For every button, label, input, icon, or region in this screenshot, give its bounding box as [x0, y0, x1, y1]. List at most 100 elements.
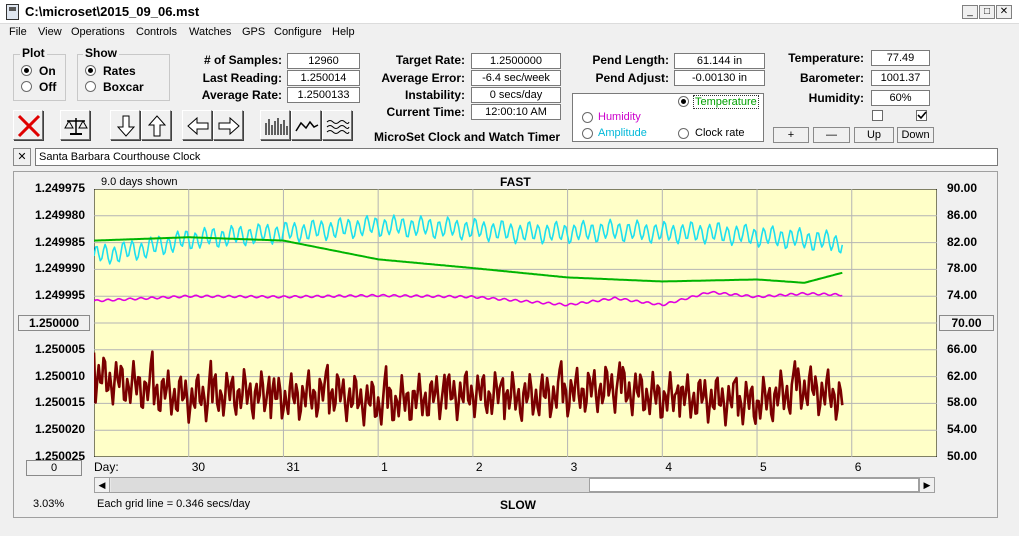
pend-length-label: Pend Length: [592, 53, 669, 67]
line-graph-button[interactable] [291, 110, 321, 140]
barometer-value: 1001.37 [871, 70, 930, 86]
menu-configure[interactable]: Configure [274, 26, 322, 38]
center-rate-button[interactable]: 1.250000 [18, 315, 90, 331]
scroll-left-arrow-icon[interactable]: ◀ [95, 478, 110, 492]
samples-value: 12960 [287, 53, 360, 69]
plot-on-radio[interactable] [21, 65, 32, 76]
arrow-left-icon [187, 116, 209, 136]
instability-label: Instability: [404, 88, 465, 102]
pend-adjust-value: -0.00130 in [674, 70, 765, 86]
menu-operations[interactable]: Operations [71, 26, 125, 38]
target-rate-label: Target Rate: [395, 53, 465, 67]
instability-value: 0 secs/day [471, 87, 561, 103]
left-tick-label: 1.250010 [34, 368, 85, 383]
app-caption: MicroSet Clock and Watch Timer [374, 130, 561, 144]
amplitude-radio[interactable] [582, 128, 593, 139]
left-tick-label: 1.250005 [34, 341, 85, 356]
menu-help[interactable]: Help [332, 26, 355, 38]
arrow-up-button[interactable] [141, 110, 171, 140]
scroll-thumb[interactable] [589, 478, 919, 492]
humidity-value: 60% [871, 90, 930, 106]
arrow-down-button[interactable] [110, 110, 140, 140]
scale-up-button[interactable]: Up [854, 127, 894, 143]
show-rates-radio[interactable] [85, 65, 96, 76]
close-x-icon: ✕ [17, 151, 27, 163]
arrow-right-button[interactable] [213, 110, 243, 140]
arrow-up-icon [147, 115, 167, 137]
right-tick-label: 66.00 [947, 341, 978, 356]
plot-group-title: Plot [20, 46, 47, 60]
samples-label: # of Samples: [203, 53, 282, 67]
chart-plot-area[interactable] [94, 189, 937, 457]
average-rate-value: 1.2500133 [287, 87, 360, 103]
day-tick-label: 4 [665, 460, 672, 474]
day-tick-label: 1 [381, 460, 388, 474]
temperature-radio[interactable] [678, 96, 689, 107]
right-tick-label: 54.00 [947, 422, 978, 437]
day-tick-label: 2 [475, 460, 483, 474]
last-reading-label: Last Reading: [202, 71, 282, 85]
show-boxcar-radio[interactable] [85, 81, 96, 92]
show-group-title: Show [83, 46, 119, 60]
plot-off-radio[interactable] [21, 81, 32, 92]
left-tick-label: 1.250020 [34, 422, 85, 437]
left-tick-label: 1.249995 [34, 288, 85, 303]
arrow-right-icon [218, 116, 240, 136]
checkbox-1[interactable] [872, 110, 883, 121]
plot-on-label: On [39, 64, 56, 78]
balance-scale-icon [64, 118, 88, 135]
current-time-value: 12:00:10 AM [471, 104, 561, 120]
clear-name-button[interactable]: ✕ [13, 148, 31, 166]
stop-button[interactable] [13, 110, 43, 140]
last-reading-value: 1.250014 [287, 70, 360, 86]
show-rates-label: Rates [103, 64, 136, 78]
checkmark-icon [917, 111, 927, 120]
day-tick-label: 5 [760, 460, 767, 474]
clock-rate-option-label: Clock rate [695, 127, 745, 139]
balance-button[interactable] [60, 110, 90, 140]
humidity-radio[interactable] [582, 112, 593, 123]
bar-graph-button[interactable] [260, 110, 290, 140]
minimize-button[interactable]: _ [962, 5, 978, 19]
day-tick-label: 30 [191, 460, 206, 474]
menu-view[interactable]: View [38, 26, 62, 38]
temperature-value: 77.49 [871, 50, 930, 66]
clock-name-input[interactable]: Santa Barbara Courthouse Clock [35, 148, 998, 166]
center-temp-button[interactable]: 70.00 [939, 315, 994, 331]
clock-rate-radio[interactable] [678, 128, 689, 139]
scale-down-button[interactable]: Down [897, 127, 934, 143]
menu-watches[interactable]: Watches [189, 26, 231, 38]
current-time-label: Current Time: [386, 105, 465, 119]
right-tick-label: 82.00 [947, 234, 978, 249]
bar-graph-icon [265, 118, 288, 135]
offset-button[interactable]: 0 [26, 460, 82, 476]
amplitude-option-label: Amplitude [598, 127, 647, 139]
menu-controls[interactable]: Controls [136, 26, 177, 38]
app-icon [6, 4, 19, 20]
day-axis-label: Day: [94, 460, 119, 474]
right-tick-label: 90.00 [947, 181, 978, 195]
show-boxcar-label: Boxcar [103, 80, 144, 94]
red-x-icon [17, 114, 41, 138]
scale-minus-button[interactable]: — [813, 127, 850, 143]
arrow-left-button[interactable] [182, 110, 212, 140]
left-tick-label: 1.249990 [34, 261, 85, 276]
barometer-label: Barometer: [799, 71, 864, 85]
left-tick-label: 1.249985 [34, 234, 85, 249]
maximize-button[interactable]: □ [979, 5, 995, 19]
average-error-value: -6.4 sec/week [471, 70, 561, 86]
scroll-right-arrow-icon[interactable]: ▶ [919, 478, 934, 492]
noise-graph-button[interactable] [322, 110, 352, 140]
scroll-track[interactable] [111, 478, 589, 492]
close-button[interactable]: ✕ [996, 5, 1012, 19]
menu-file[interactable]: File [9, 26, 27, 38]
right-tick-label: 50.00 [947, 449, 978, 463]
horizontal-scrollbar[interactable]: ◀ ▶ [94, 477, 935, 493]
checkbox-2[interactable] [916, 110, 927, 121]
noise-graph-icon [326, 120, 350, 134]
scale-plus-button[interactable]: + [773, 127, 809, 143]
right-tick-label: 74.00 [947, 288, 978, 303]
wave-graph-icon [295, 120, 319, 132]
menu-gps[interactable]: GPS [242, 26, 265, 38]
right-tick-label: 86.00 [947, 207, 978, 222]
